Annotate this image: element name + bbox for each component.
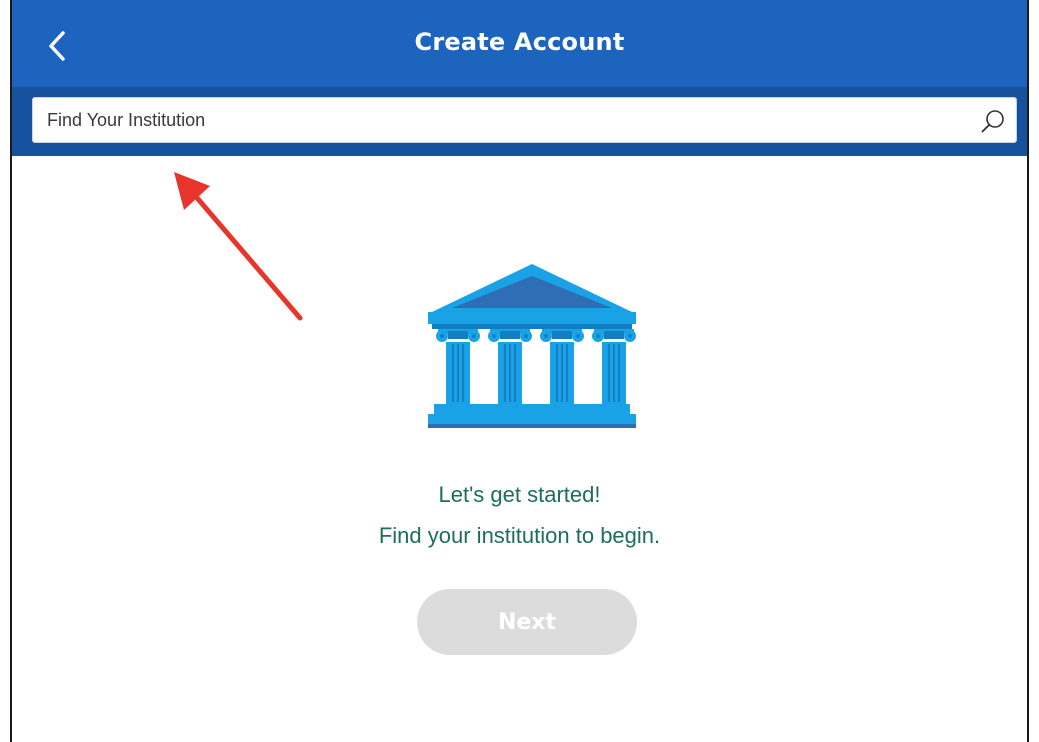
red-arrow-icon	[174, 172, 303, 321]
welcome-heading: Let's get started!	[438, 482, 601, 507]
bank-building-icon	[428, 264, 636, 428]
search-icon[interactable]	[980, 108, 1006, 134]
page-title: Create Account	[414, 28, 625, 56]
welcome-subtext: Find your institution to begin.	[378, 523, 661, 548]
search-bar	[12, 87, 1027, 156]
search-box[interactable]	[32, 97, 1017, 143]
next-button[interactable]: Next	[417, 589, 637, 655]
search-input[interactable]	[33, 98, 973, 142]
header-bar: Create Account	[12, 0, 1027, 87]
app-window: Create Account Find Your Institution Let…	[10, 0, 1029, 742]
